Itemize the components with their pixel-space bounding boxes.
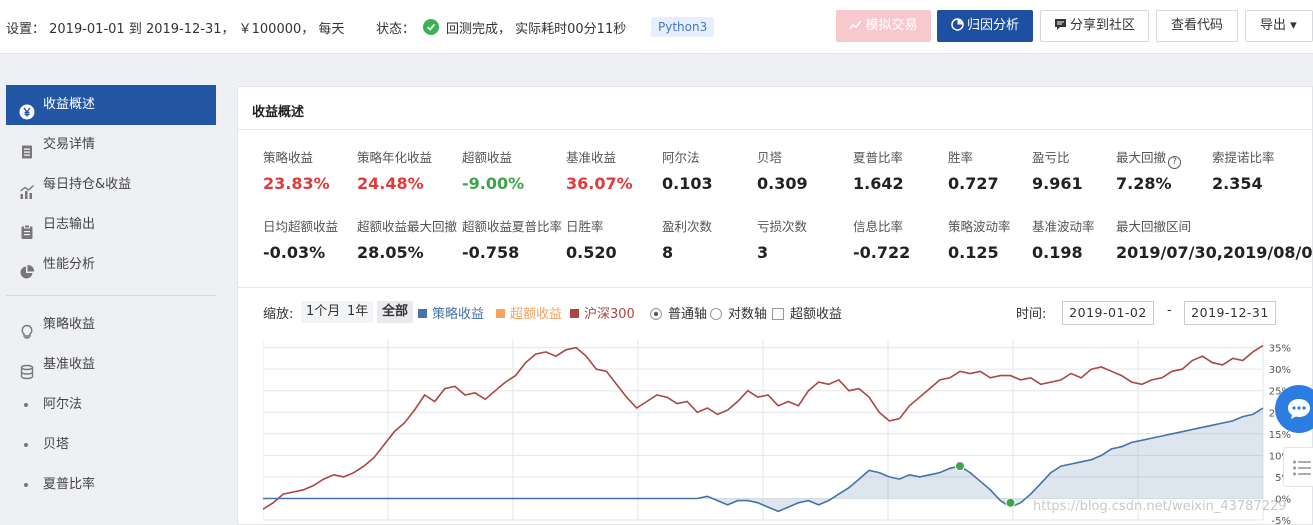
panel-title: 收益概述 <box>252 105 305 120</box>
metric-sortino: 索提诺比率 2.354 <box>1212 150 1275 193</box>
sidebar: 收益概述 交易详情 每日持仓&收益 日志输出 性能分析 策略收益 基准收益 阿尔… <box>0 78 224 525</box>
comment-icon <box>1054 13 1067 43</box>
panel-divider <box>238 129 1313 130</box>
watermark: https://blog.csdn.net/weixin_43787229 <box>1033 499 1287 514</box>
metric-profit-loss-ratio: 盈亏比 9.961 <box>1032 150 1083 193</box>
metric-excess-sharpe: 超额收益夏普比率 -0.758 <box>462 219 563 262</box>
metric-daily-win-rate: 日胜率 0.520 <box>566 219 617 262</box>
clipboard-icon <box>19 217 35 239</box>
time-label: 时间: <box>1016 307 1047 322</box>
metric-strategy-volatility: 策略波动率 0.125 <box>948 219 1011 262</box>
legend-hs300[interactable]: 沪深300 <box>570 303 635 322</box>
y-tick-label: 15% <box>1269 430 1291 441</box>
sidebar-item-alpha[interactable]: 阿尔法 <box>6 385 216 425</box>
metric-alpha: 阿尔法 0.103 <box>662 150 713 193</box>
radio-dot <box>710 308 722 320</box>
metric-strategy-return: 策略收益 23.83% <box>263 150 330 193</box>
sidebar-item-strategy-return[interactable]: 策略收益 <box>6 305 216 345</box>
zoom-all-button[interactable]: 全部 <box>377 301 414 323</box>
bulb-icon <box>19 317 35 339</box>
metric-information-ratio: 信息比率 -0.722 <box>853 219 911 262</box>
list-float-button[interactable] <box>1283 447 1313 487</box>
metric-beta: 贝塔 0.309 <box>757 150 808 193</box>
return-line-chart[interactable]: 35%30%25%20%15%10%5%0%-5% <box>263 336 1313 524</box>
yen-icon <box>19 97 35 120</box>
metric-excess-return: 超额收益 -9.00% <box>462 150 525 193</box>
chat-icon <box>1288 399 1310 419</box>
chart-divider <box>238 287 1313 288</box>
simulate-trade-button[interactable]: 模拟交易 <box>836 10 931 42</box>
bar-chart-icon <box>19 177 35 199</box>
metric-excess-max-drawdown: 超额收益最大回撤 28.05% <box>357 219 458 262</box>
y-tick-label: 30% <box>1269 365 1291 376</box>
checkbox-box <box>772 308 784 320</box>
pie-icon <box>951 13 964 43</box>
toolbar: 设置： 2019-01-01 到 2019-12-31， ￥100000， 每天… <box>0 0 1313 54</box>
zoom-1month-button[interactable]: 1个月 <box>301 301 346 323</box>
sidebar-divider <box>6 295 216 296</box>
date-separator: - <box>1167 303 1172 318</box>
sidebar-item-beta[interactable]: 贝塔 <box>6 425 216 465</box>
trade-marker <box>954 461 965 472</box>
metric-win-rate: 胜率 0.727 <box>948 150 999 193</box>
trend-icon <box>849 13 863 43</box>
attribution-analysis-button[interactable]: 归因分析 <box>937 10 1033 42</box>
trade-marker <box>1005 497 1016 508</box>
export-dropdown[interactable]: 导出 ▾ <box>1245 10 1313 42</box>
legend-excess-return[interactable]: 超额收益 <box>496 303 562 322</box>
zoom-1year-button[interactable]: 1年 <box>342 301 374 323</box>
return-overview-panel: 收益概述 策略收益 23.83% 策略年化收益 24.48% 超额收益 -9.0… <box>237 86 1313 525</box>
check-circle-icon <box>423 19 439 35</box>
metric-annual-return: 策略年化收益 24.48% <box>357 150 433 193</box>
metric-max-drawdown: 最大回撤? 7.28% <box>1116 149 1182 195</box>
sidebar-item-trade-details[interactable]: 交易详情 <box>6 125 216 165</box>
language-badge: Python3 <box>651 17 715 37</box>
bullet-dot <box>24 483 28 487</box>
log-axis-radio[interactable]: 对数轴 <box>710 303 767 322</box>
sidebar-item-log-output[interactable]: 日志输出 <box>6 205 216 245</box>
backtest-settings: 设置： 2019-01-01 到 2019-12-31， ￥100000， 每天 <box>6 22 345 37</box>
status-label: 状态： <box>376 22 416 37</box>
y-tick-label: -5% <box>1272 516 1291 524</box>
legend-swatch <box>570 309 579 318</box>
legend-swatch <box>496 309 505 318</box>
excess-return-checkbox[interactable]: 超额收益 <box>772 303 842 322</box>
radio-dot <box>650 308 662 320</box>
sidebar-item-benchmark-return[interactable]: 基准收益 <box>6 345 216 385</box>
sidebar-item-daily-positions[interactable]: 每日持仓&收益 <box>6 165 216 205</box>
bullet-dot <box>24 403 28 407</box>
sidebar-item-return-overview[interactable]: 收益概述 <box>6 85 216 125</box>
share-to-community-button[interactable]: 分享到社区 <box>1040 10 1149 42</box>
legend-swatch <box>418 309 427 318</box>
y-tick-label: 35% <box>1269 344 1291 355</box>
metric-max-drawdown-period: 最大回撤区间 2019/07/30,2019/08/07 <box>1116 219 1313 262</box>
help-icon[interactable]: ? <box>1168 156 1182 169</box>
pie-chart-icon <box>19 257 35 279</box>
sidebar-item-performance[interactable]: 性能分析 <box>6 245 216 285</box>
date-to-input[interactable]: 2019-12-31 <box>1184 301 1276 325</box>
list-icon <box>1293 460 1311 476</box>
sidebar-item-sharpe[interactable]: 夏普比率 <box>6 465 216 505</box>
zoom-label: 缩放: <box>263 307 294 322</box>
metric-daily-excess: 日均超额收益 -0.03% <box>263 219 339 262</box>
metric-sharpe: 夏普比率 1.642 <box>853 150 904 193</box>
date-from-input[interactable]: 2019-01-02 <box>1062 301 1154 325</box>
bullet-dot <box>24 443 28 447</box>
legend-strategy-return[interactable]: 策略收益 <box>418 303 484 322</box>
normal-axis-radio[interactable]: 普通轴 <box>650 303 707 322</box>
metric-benchmark-volatility: 基准波动率 0.198 <box>1032 219 1095 262</box>
metric-win-count: 盈利次数 8 <box>662 219 713 262</box>
metric-benchmark-return: 基准收益 36.07% <box>566 150 633 193</box>
status-text: 回测完成， 实际耗时00分11秒 <box>446 22 627 37</box>
database-icon <box>19 357 35 380</box>
document-icon <box>19 137 35 159</box>
view-code-button[interactable]: 查看代码 <box>1156 10 1238 42</box>
metric-loss-count: 亏损次数 3 <box>757 219 808 262</box>
